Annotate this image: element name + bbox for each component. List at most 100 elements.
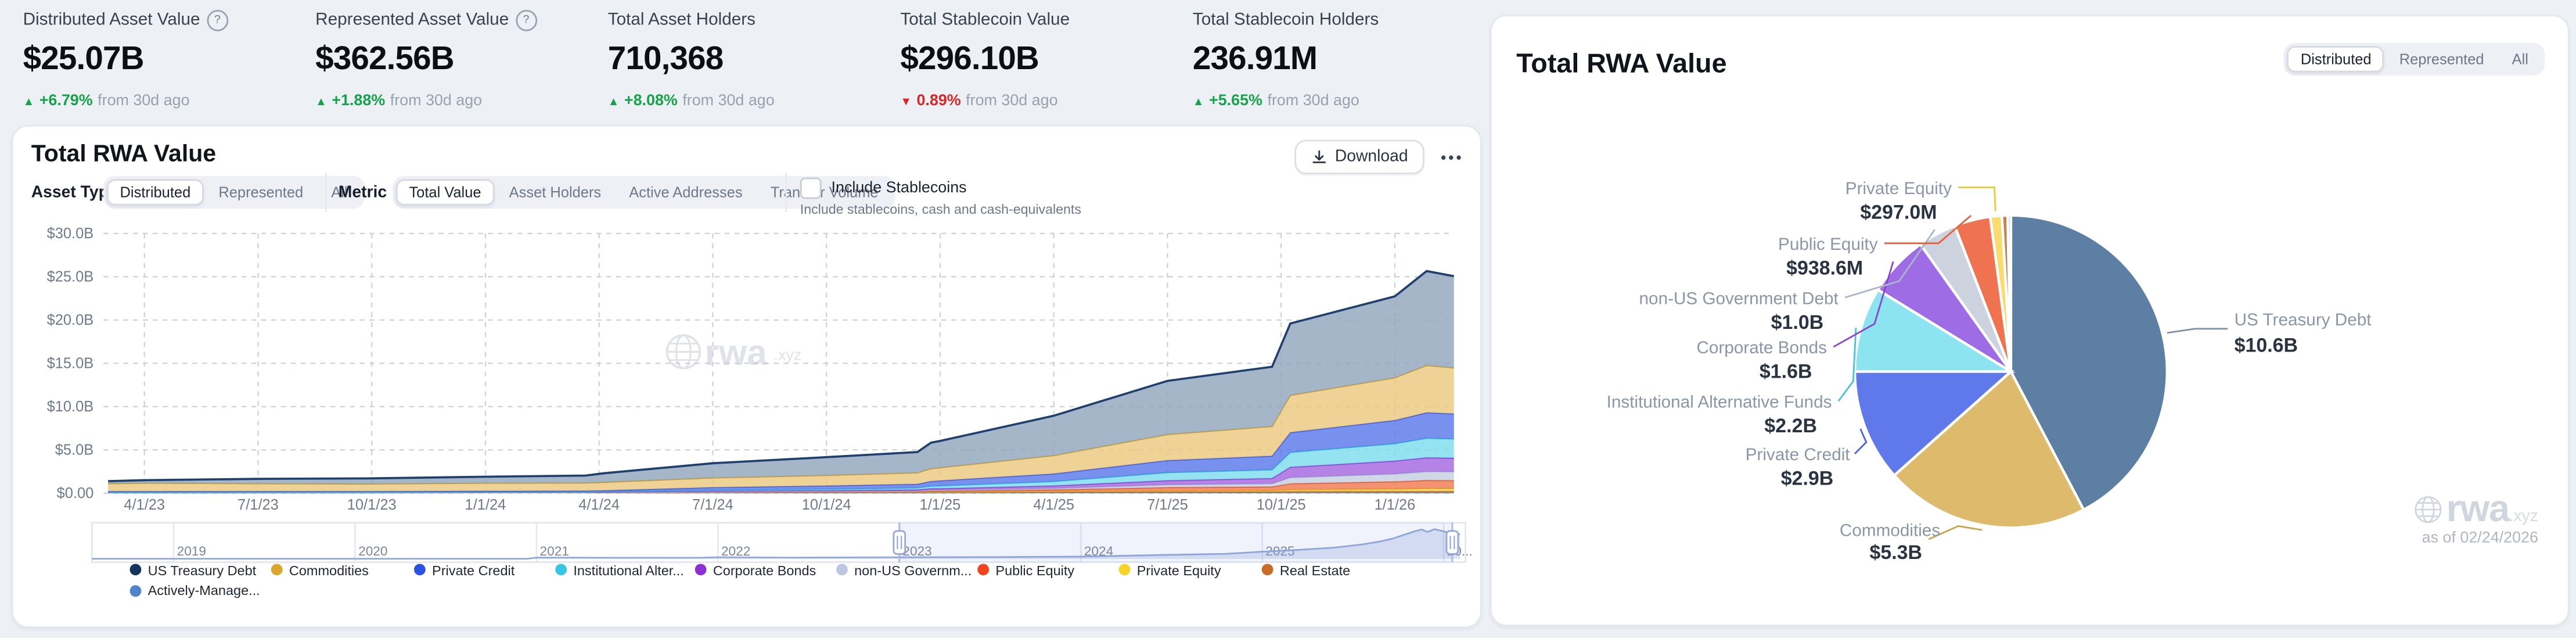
legend-item-Public Equity[interactable]: Public Equity (977, 562, 1074, 577)
legend-dot-icon (414, 564, 426, 575)
y-axis-label: $10.0B (47, 399, 94, 415)
legend-item-US Treasury Debt[interactable]: US Treasury Debt (129, 562, 256, 577)
stat-label: Distributed Asset Value (23, 10, 200, 30)
globe-icon (2413, 495, 2443, 525)
include-stablecoins-label: Include Stablecoins (832, 179, 967, 197)
delta-note: from 30d ago (966, 92, 1057, 110)
stat-total-stablecoin-holders: Total Stablecoin Holders 236.91M ▲ +5.65… (1193, 10, 1379, 110)
pie-value-Private Credit: $2.9B (1781, 468, 1834, 490)
legend-dot-icon (129, 564, 141, 575)
delta-up-icon: ▲ (608, 97, 620, 109)
x-axis-label: 10/1/23 (347, 497, 397, 513)
legend-dot-icon (977, 564, 989, 575)
pie-value-Private Equity: $297.0M (1860, 201, 1937, 223)
x-axis-label: 1/1/26 (1375, 497, 1416, 513)
delta-percent: +6.79% (39, 92, 93, 110)
x-axis-label: 1/1/25 (920, 497, 961, 513)
metric-option-asset-holders[interactable]: Asset Holders (496, 179, 614, 205)
rwa-xyz-watermark: rwa .xyz (2413, 486, 2538, 531)
stat-represented-asset-value: Represented Asset Value ? $362.56B ▲ +1.… (315, 10, 537, 110)
pie-value-Institutional Alternative Funds: $2.2B (1764, 415, 1817, 437)
delta-down-icon: ▼ (900, 97, 912, 109)
y-axis-label: $30.0B (47, 225, 94, 242)
delta-up-icon: ▲ (23, 97, 35, 109)
pie-value-non-US Government Debt: $1.0B (1771, 311, 1824, 334)
legend-label: Real Estate (1280, 561, 1350, 578)
legend-label: Corporate Bonds (713, 561, 816, 578)
card-title: Total RWA Value (1516, 49, 1726, 81)
delta-note: from 30d ago (98, 92, 189, 110)
download-button[interactable]: Download (1294, 139, 1424, 174)
legend-label: Private Equity (1137, 561, 1221, 578)
help-icon[interactable]: ? (516, 9, 537, 31)
legend-item-Private Equity[interactable]: Private Equity (1119, 562, 1221, 577)
metric-option-total-value[interactable]: Total Value (396, 179, 494, 205)
legend-dot-icon (695, 564, 707, 575)
x-axis-label: 10/1/24 (802, 497, 851, 513)
pie-label-Public Equity: Public Equity (1778, 235, 1878, 254)
legend-dot-icon (129, 585, 141, 596)
metric-option-active-addresses[interactable]: Active Addresses (616, 179, 756, 205)
pie-label-US Treasury Debt: US Treasury Debt (2235, 310, 2372, 329)
rwa-xyz-watermark: rwa .xyz (667, 333, 802, 373)
legend-item-Commodities[interactable]: Commodities (271, 562, 369, 577)
navigator-year-label: 2022 (721, 544, 750, 558)
asset-type-option-represented[interactable]: Represented (206, 179, 316, 205)
legend-item-Corporate Bonds[interactable]: Corporate Bonds (695, 562, 816, 577)
pie-value-Commodities: $5.3B (1869, 542, 1922, 564)
pie-value-Corporate Bonds: $1.6B (1760, 361, 1812, 383)
legend-label: US Treasury Debt (148, 561, 257, 578)
navigator-year-label: 2019 (177, 544, 206, 558)
pie-label-Institutional Alternative Funds: Institutional Alternative Funds (1607, 393, 1832, 412)
divider (785, 173, 787, 212)
x-axis-label: 7/1/25 (1147, 497, 1188, 513)
y-axis-label: $20.0B (47, 312, 94, 328)
svg-text:.xyz: .xyz (774, 346, 802, 364)
svg-text:rwa: rwa (705, 333, 768, 373)
dashboard-page: Distributed Asset Value ? $25.07B ▲ +6.7… (0, 0, 2576, 638)
stat-value: $25.07B (23, 41, 228, 79)
stat-total-asset-holders: Total Asset Holders 710,368 ▲ +8.08% fro… (608, 10, 775, 110)
legend-item-Institutional Alter...[interactable]: Institutional Alter... (555, 562, 684, 577)
stat-distributed-asset-value: Distributed Asset Value ? $25.07B ▲ +6.7… (23, 10, 228, 110)
navigator-handle-left[interactable] (894, 531, 905, 554)
pie-label-non-US Government Debt: non-US Government Debt (1639, 289, 1839, 308)
y-axis-label: $0.00 (57, 485, 94, 501)
legend-item-non-US Governm...[interactable]: non-US Governm... (836, 562, 972, 577)
more-options-icon[interactable]: ••• (1441, 149, 1463, 165)
x-axis-label: 7/1/24 (692, 497, 733, 513)
legend-label: Private Credit (432, 561, 515, 578)
legend-item-Real Estate[interactable]: Real Estate (1262, 562, 1350, 577)
x-axis-label: 1/1/24 (465, 497, 506, 513)
pie-label-Private Credit: Private Credit (1746, 445, 1851, 464)
watermark-tld: .xyz (2509, 508, 2538, 526)
delta-percent: +8.08% (624, 92, 678, 110)
stat-label: Represented Asset Value (315, 10, 509, 30)
x-axis-label: 4/1/23 (124, 497, 165, 513)
x-axis-label: 4/1/25 (1033, 497, 1074, 513)
stat-value: 710,368 (608, 41, 775, 79)
stat-value: $362.56B (315, 41, 537, 79)
legend-item-Private Credit[interactable]: Private Credit (414, 562, 515, 577)
stat-label: Total Stablecoin Holders (1193, 10, 1379, 30)
download-icon (1310, 149, 1326, 165)
pie-label-Commodities: Commodities (1840, 521, 1940, 540)
pie-leader-line (2167, 329, 2228, 333)
total-rwa-value-chart-card: Total RWA Value Download ••• Asset Type … (12, 125, 1482, 628)
y-axis-label: $25.0B (47, 269, 94, 285)
include-stablecoins-checkbox[interactable] (800, 178, 822, 199)
delta-note: from 30d ago (390, 92, 482, 110)
help-icon[interactable]: ? (207, 9, 228, 31)
legend-label: non-US Governm... (854, 561, 972, 578)
asset-type-option-distributed[interactable]: Distributed (107, 179, 204, 205)
legend-item-Actively-Manage...[interactable]: Actively-Manage... (129, 583, 260, 597)
stat-delta: ▲ +6.79% from 30d ago (23, 92, 228, 110)
divider (325, 173, 327, 212)
navigator-handle-right[interactable] (1447, 531, 1458, 554)
stat-delta: ▲ +1.88% from 30d ago (315, 92, 537, 110)
navigator-selection[interactable] (900, 523, 1452, 562)
metric-label: Metric (339, 184, 387, 202)
legend-dot-icon (271, 564, 283, 575)
legend-label: Actively-Manage... (148, 582, 260, 598)
legend-dot-icon (555, 564, 567, 575)
